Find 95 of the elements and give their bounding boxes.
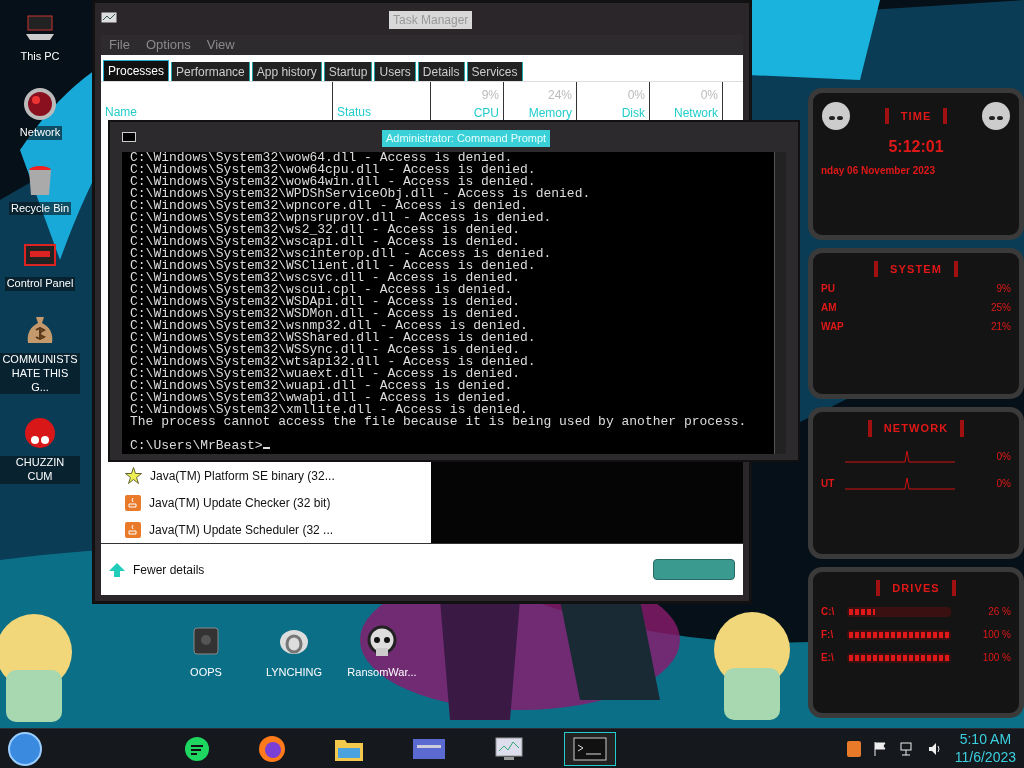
console-line: The process cannot access the file because it is being used by another process. (130, 416, 748, 428)
meter-value: 9% (996, 282, 1011, 296)
meter-label: AM (821, 301, 837, 315)
process-name[interactable]: Java(TM) Update Checker (32 bit) (149, 493, 331, 512)
drive-label: F:\ (821, 628, 835, 642)
console-line: C:\Windows\System32\wscinterop.dll - Access is denied. (130, 248, 553, 260)
desktop-icon-label[interactable]: CHUZZIN CUM (0, 456, 80, 484)
console-line: C:\Windows\System32\wscsvc.dll - Access is denied. (130, 272, 522, 284)
monitor-graph-icon[interactable] (494, 735, 524, 762)
drive-value: 100 % (982, 628, 1011, 642)
gadget-title: SYSTEM (874, 260, 958, 277)
graph-icon (101, 12, 117, 26)
column-usage: 0% (627, 87, 645, 104)
desktop-icon-label[interactable]: COMMUNISTS HATE THIS G... (0, 353, 80, 395)
window-title: Administrator: Command Prompt (382, 130, 551, 147)
drive-label: C:\ (821, 605, 836, 619)
console-line: C:\Windows\System32\wuaext.dll - Access is denied. (130, 368, 522, 380)
tab[interactable]: Users (374, 62, 416, 81)
scrollbar[interactable] (774, 152, 786, 454)
meter-value: 21% (991, 320, 1011, 334)
taskbar-time[interactable]: 5:10 AM (959, 731, 1012, 749)
console-line: C:\Windows\System32\wscui.cpl - Access is denied. (130, 284, 513, 296)
tab[interactable]: Services (466, 62, 523, 81)
console-line: C:\Windows\System32\wscapi.dll - Access is denied. (130, 236, 521, 248)
gadget-title: DRIVES (876, 579, 956, 596)
star-icon (125, 467, 142, 484)
console-line: C:\Windows\System32\WPDShServiceObj.dll - Access is denied. (130, 188, 592, 200)
desktop-icon-label[interactable]: Recycle Bin (8, 201, 72, 216)
desktop-icon-label[interactable]: LYNCHING (266, 664, 322, 681)
alien-head-icon (981, 101, 1011, 131)
console-line: C:\Windows\System32\wpncore.dll - Access is denied. (130, 200, 528, 212)
meter-label: UT (821, 476, 836, 491)
column-usage: 9% (481, 87, 499, 104)
console-line: C:\Windows\System32\WSSync.dll - Access is denied. (130, 344, 521, 356)
console-icon[interactable] (573, 736, 607, 761)
console-line: C:\Windows\System32\WSShared.dll - Access is denied. (130, 332, 537, 344)
tab[interactable]: Startup (323, 62, 373, 81)
console-line: C:\Windows\System32\wsnmp32.dll - Access is denied. (130, 320, 528, 332)
meter-label: WAP (821, 320, 844, 334)
desktop-icon-label[interactable]: Network (17, 125, 63, 140)
fewer-details-link[interactable]: Fewer details (109, 560, 205, 579)
console-line: C:\Users\MrBeast> (130, 440, 766, 452)
console-icon (122, 132, 136, 142)
console-line: C:\Windows\System32\ws2_32.dll - Access is denied. (130, 224, 522, 236)
menu-item[interactable]: Options (145, 35, 191, 55)
column-usage: 0% (700, 87, 718, 104)
console-line: C:\Windows\System32\wpnsruprov.dll - Access is denied. (130, 212, 553, 224)
tab[interactable]: App history (251, 62, 322, 81)
card-icon[interactable] (412, 736, 446, 761)
window-title: Task Manager (389, 11, 473, 29)
console-line: C:\Windows\System32\wuapi.dll - Access is denied. (130, 380, 514, 392)
console-line: C:\Windows\System32\wwapi.dll - Access is denied. (130, 392, 513, 404)
taskbar-date[interactable]: 11/6/2023 (954, 748, 1016, 766)
console-line: C:\Windows\System32\wow64.dll - Access is denied. (130, 152, 513, 164)
tab[interactable]: Details (417, 62, 465, 81)
cup-icon (125, 521, 141, 538)
drive-label: E:\ (821, 651, 835, 665)
clock-time: 5:12:01 (887, 137, 945, 157)
chat-bubble-icon[interactable] (184, 735, 210, 762)
console-line: C:\Windows\System32\wow64cpu.dll - Access is denied. (130, 164, 537, 176)
tab[interactable]: Performance (171, 62, 250, 81)
alien-head-icon (821, 101, 851, 131)
cup-icon (846, 740, 861, 757)
meter-value: 0% (996, 449, 1011, 464)
console-line: C:\Windows\System32\WSDApi.dll - Access is denied. (130, 296, 522, 308)
up-arrow-icon (109, 562, 125, 577)
process-name[interactable]: Java(TM) Platform SE binary (32... (150, 466, 335, 485)
console-line: C:\Windows\System32\wow64win.dll - Access is denied. (130, 176, 536, 188)
gadget-title: NETWORK (867, 420, 965, 437)
desktop-icon-label[interactable]: OOPS (190, 664, 222, 681)
column-usage: 24% (547, 87, 572, 104)
process-name[interactable]: Java(TM) Update Scheduler (32 ... (149, 520, 334, 539)
tab[interactable]: Processes (103, 60, 170, 81)
menu-item[interactable]: File (109, 35, 130, 55)
desktop-icon-label[interactable]: Control Panel (4, 277, 76, 291)
console-line: C:\Windows\System32\xmllite.dll - Access is denied. (130, 404, 528, 416)
flag-icon (872, 740, 887, 757)
network-icon (898, 740, 915, 757)
clock-date: nday 06 November 2023 (821, 164, 936, 178)
desktop-icon-label[interactable]: RansomWar... (347, 664, 417, 681)
taskbar-app[interactable] (564, 731, 616, 766)
cup-icon (125, 494, 141, 511)
start-button[interactable] (8, 731, 42, 766)
meter-value: 25% (991, 301, 1011, 315)
meter-value: 0% (996, 476, 1011, 491)
console-line: C:\Windows\System32\WSClient.dll - Access is denied. (130, 260, 537, 272)
gadget-title: TIME (884, 107, 948, 125)
console-line: C:\Windows\System32\wtsapi32.dll - Access is denied. (130, 356, 537, 368)
menu-item[interactable]: View (206, 35, 235, 55)
meter-label: PU (821, 282, 835, 296)
drive-value: 26 % (988, 605, 1011, 619)
console-line: C:\Windows\System32\WSDMon.dll - Access is denied. (130, 308, 521, 320)
drive-value: 100 % (982, 651, 1011, 665)
browser-icon[interactable] (258, 734, 286, 763)
globe-icon (22, 85, 58, 122)
